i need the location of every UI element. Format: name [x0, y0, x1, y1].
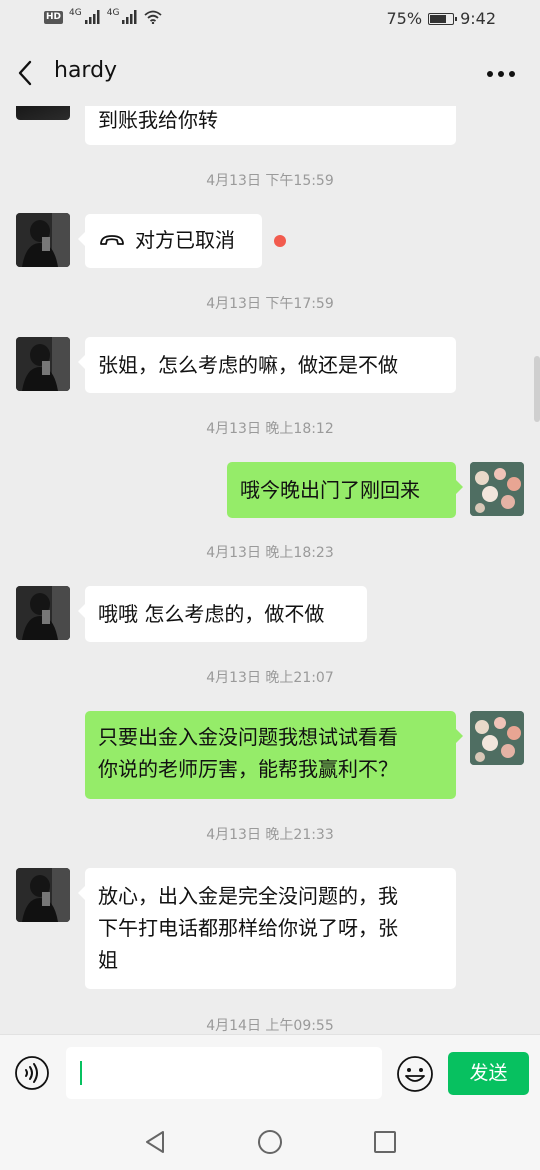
system-navigation-bar [0, 1114, 540, 1170]
avatar-photo [470, 462, 524, 516]
battery-fill [430, 14, 447, 23]
avatar-photo [16, 213, 70, 267]
chat-header: hardy [0, 40, 540, 106]
message-bubble-incoming[interactable]: 张姐，怎么考虑的嘛，做还是不做 [78, 337, 456, 393]
voice-icon [15, 1056, 49, 1090]
message-timestamp: 4月13日 晚上21:33 [206, 827, 334, 843]
triangle-back-icon [146, 1131, 164, 1153]
message-timestamp: 4月13日 下午15:59 [206, 173, 334, 189]
input-bar: 发送 [0, 1034, 540, 1115]
battery-percent: 75% [386, 9, 423, 28]
contact-avatar[interactable] [16, 106, 70, 120]
hd-badge: HD [44, 10, 64, 24]
avatar-photo [16, 337, 70, 391]
my-avatar[interactable] [470, 711, 524, 765]
scrollbar-thumb[interactable] [534, 356, 540, 422]
more-button[interactable] [484, 60, 518, 88]
nav-back-button[interactable] [142, 1128, 170, 1156]
chat-message-list[interactable]: 到账我给你转 4月13日 下午15:59 对方已取消 4月13日 下午17:59… [0, 106, 540, 1034]
status-right: 75% 9:42 [387, 9, 497, 28]
status-bar: HD 4G 4G 75% 9:42 [0, 0, 540, 40]
message-timestamp: 4月14日 上午09:55 [206, 1018, 334, 1034]
avatar-photo [16, 586, 70, 640]
call-status-text: 对方已取消 [135, 228, 235, 252]
contact-avatar[interactable] [16, 868, 70, 922]
circle-home-icon [258, 1130, 282, 1154]
emoji-button[interactable] [396, 1055, 434, 1093]
message-text-line: 你说的老师厉害，能帮我赢利不？ [98, 757, 398, 781]
emoji-icon [397, 1056, 433, 1092]
battery-cap [455, 16, 458, 21]
back-button[interactable] [14, 58, 40, 88]
network-type-2: 4G [106, 8, 120, 18]
message-input[interactable] [66, 1047, 382, 1099]
more-dots-icon [487, 71, 515, 77]
phone-hangup-icon [100, 235, 124, 245]
nav-recent-button[interactable] [371, 1128, 399, 1156]
battery-icon [428, 12, 458, 25]
message-bubble-incoming[interactable]: 放心，出入金是完全没问题的，我 下午打电话都那样给你说了呀，张 姐 [78, 868, 456, 989]
message-text: 张姐，怎么考虑的嘛，做还是不做 [98, 353, 398, 377]
message-text-line: 只要出金入金没问题我想试试看看 [98, 725, 398, 749]
message-text: 到账我给你转 [98, 108, 218, 132]
message-bubble-incoming[interactable]: 到账我给你转 [85, 106, 456, 145]
avatar-photo [470, 711, 524, 765]
message-timestamp: 4月13日 下午17:59 [206, 296, 334, 312]
message-text-line: 下午打电话都那样给你说了呀，张 [98, 916, 398, 940]
status-left: HD 4G 4G [44, 8, 163, 24]
unread-dot [274, 235, 286, 247]
message-text-line: 姐 [98, 948, 118, 972]
chevron-left-icon [18, 60, 32, 86]
message-timestamp: 4月13日 晚上21:07 [206, 670, 334, 686]
network-type-1: 4G [69, 8, 82, 18]
contact-avatar[interactable] [16, 213, 70, 267]
voice-button[interactable] [14, 1055, 50, 1091]
wifi-icon [144, 10, 163, 24]
call-record-bubble[interactable]: 对方已取消 [78, 214, 262, 268]
chat-title: hardy [54, 58, 118, 83]
message-text: 哦今晚出门了刚回来 [240, 478, 420, 502]
message-text-line: 放心，出入金是完全没问题的，我 [98, 884, 398, 908]
contact-avatar[interactable] [16, 337, 70, 391]
message-bubble-outgoing[interactable]: 哦今晚出门了刚回来 [227, 462, 463, 518]
clock: 9:42 [460, 9, 496, 28]
signal-icon [84, 10, 100, 24]
signal-icon [122, 10, 137, 24]
message-timestamp: 4月13日 晚上18:23 [206, 545, 334, 561]
contact-avatar[interactable] [16, 586, 70, 640]
message-timestamp: 4月13日 晚上18:12 [206, 421, 334, 437]
avatar-photo [16, 868, 70, 922]
text-caret [80, 1061, 82, 1085]
message-bubble-outgoing[interactable]: 只要出金入金没问题我想试试看看 你说的老师厉害，能帮我赢利不？ [85, 711, 463, 799]
my-avatar[interactable] [470, 462, 524, 516]
send-button[interactable]: 发送 [448, 1052, 529, 1095]
message-text: 哦哦 怎么考虑的，做不做 [98, 602, 325, 626]
nav-home-button[interactable] [256, 1128, 284, 1156]
message-bubble-incoming[interactable]: 哦哦 怎么考虑的，做不做 [78, 586, 367, 642]
square-recent-icon [374, 1131, 396, 1153]
